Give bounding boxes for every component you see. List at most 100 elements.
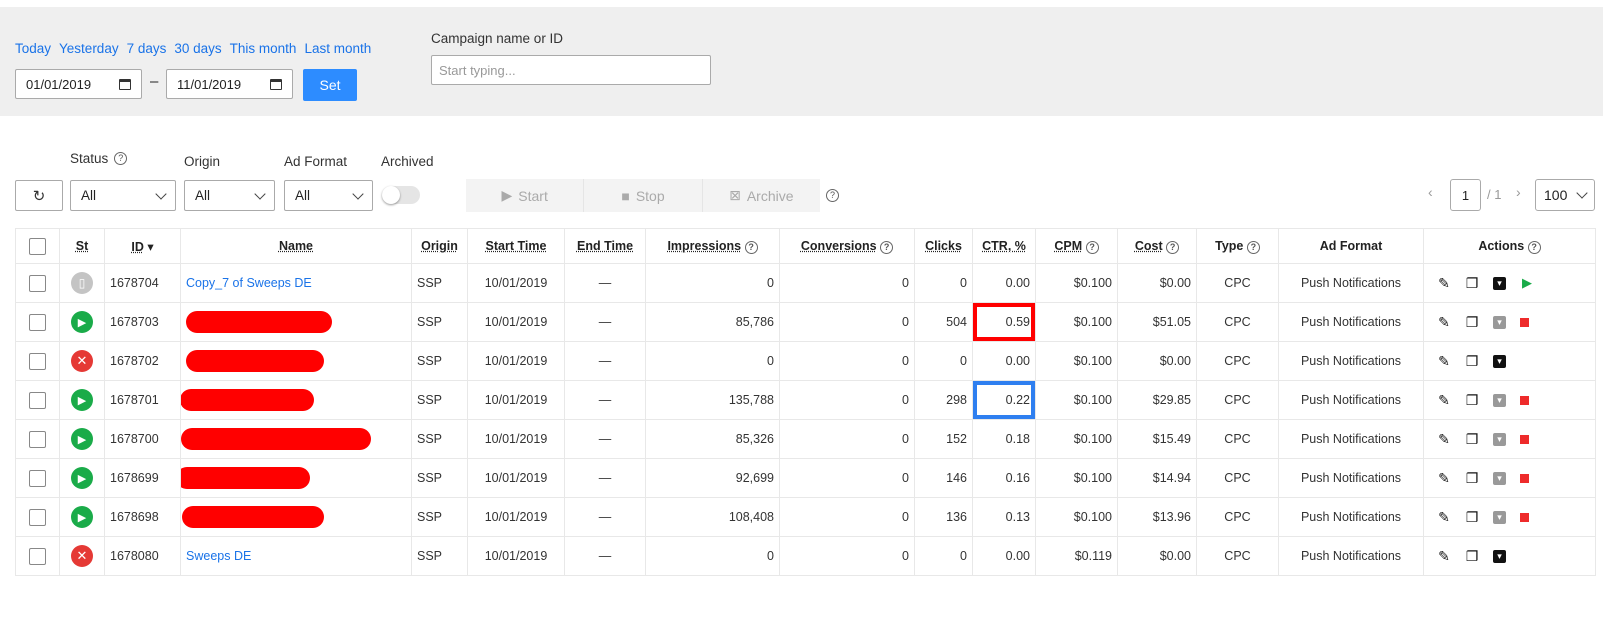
col-conversions[interactable]: Conversions ?	[779, 228, 915, 264]
col-impressions[interactable]: Impressions ?	[645, 228, 780, 264]
status-select[interactable]: All	[70, 180, 176, 211]
checkbox[interactable]	[29, 237, 46, 255]
date-to-input[interactable]: 11/01/2019	[166, 69, 293, 99]
archive-icon[interactable]: ▾	[1493, 432, 1506, 446]
col-ctr[interactable]: CTR, %	[972, 228, 1036, 264]
archived-toggle[interactable]	[382, 186, 420, 204]
stop-button[interactable]: ■ Stop	[583, 179, 701, 212]
edit-pencil-icon[interactable]: ✎	[1437, 392, 1451, 409]
copy-icon[interactable]: ❐	[1465, 548, 1479, 565]
campaign-name-link[interactable]: Sweeps DE	[186, 549, 251, 563]
archive-icon[interactable]: ▾	[1493, 354, 1506, 368]
stop-campaign-icon[interactable]	[1520, 512, 1529, 522]
stop-campaign-icon[interactable]	[1520, 395, 1529, 405]
help-icon[interactable]: ?	[114, 152, 128, 165]
checkbox[interactable]	[29, 313, 46, 331]
checkbox[interactable]	[29, 274, 46, 292]
archive-icon[interactable]: ▾	[1493, 276, 1506, 290]
edit-pencil-icon[interactable]: ✎	[1437, 509, 1451, 526]
calendar-icon[interactable]	[119, 78, 131, 90]
row-checkbox-cell[interactable]	[15, 536, 60, 576]
table-row[interactable]: ▶ 1678698 SSP 10/01/2019 — 108,408 0 136…	[15, 497, 1596, 537]
col-name[interactable]: Name	[180, 228, 412, 264]
copy-icon[interactable]: ❐	[1465, 275, 1479, 292]
col-cpm[interactable]: CPM ?	[1035, 228, 1118, 264]
copy-icon[interactable]: ❐	[1465, 392, 1479, 409]
archive-icon[interactable]: ▾	[1493, 315, 1506, 329]
copy-icon[interactable]: ❐	[1465, 431, 1479, 448]
checkbox[interactable]	[29, 547, 46, 565]
col-st[interactable]: St	[59, 228, 105, 264]
copy-icon[interactable]: ❐	[1465, 314, 1479, 331]
edit-pencil-icon[interactable]: ✎	[1437, 548, 1451, 565]
set-button[interactable]: Set	[303, 69, 357, 101]
date-from-input[interactable]: 01/01/2019	[15, 69, 142, 99]
col-cost[interactable]: Cost ?	[1117, 228, 1197, 264]
copy-icon[interactable]: ❐	[1465, 470, 1479, 487]
campaign-search-input[interactable]: Start typing...	[431, 55, 711, 85]
archive-icon[interactable]: ▾	[1493, 510, 1506, 524]
edit-pencil-icon[interactable]: ✎	[1437, 314, 1451, 331]
prev-page-icon[interactable]: ‹	[1428, 184, 1433, 200]
table-row[interactable]: ✕ 1678080 Sweeps DE SSP 10/01/2019 — 0 0…	[15, 536, 1596, 576]
col-clicks[interactable]: Clicks	[914, 228, 973, 264]
row-checkbox-cell[interactable]	[15, 458, 60, 498]
help-icon[interactable]: ?	[1166, 240, 1180, 254]
range-7-days[interactable]: 7 days	[127, 41, 167, 56]
copy-icon[interactable]: ❐	[1465, 509, 1479, 526]
range-today[interactable]: Today	[15, 41, 51, 56]
range-last-month[interactable]: Last month	[304, 41, 371, 56]
checkbox[interactable]	[29, 352, 46, 370]
help-icon[interactable]: ?	[826, 189, 839, 202]
origin-select[interactable]: All	[184, 180, 275, 211]
refresh-button[interactable]: ↻	[15, 180, 63, 211]
archive-icon[interactable]: ▾	[1493, 471, 1506, 485]
row-checkbox-cell[interactable]	[15, 302, 60, 342]
help-icon[interactable]: ?	[880, 240, 894, 254]
checkbox[interactable]	[29, 430, 46, 448]
page-number-input[interactable]: 1	[1450, 179, 1481, 211]
select-all-checkbox[interactable]	[15, 228, 60, 264]
col-end-time[interactable]: End Time	[564, 228, 646, 264]
range-yesterday[interactable]: Yesterday	[59, 41, 119, 56]
stop-campaign-icon[interactable]	[1520, 434, 1529, 444]
row-checkbox-cell[interactable]	[15, 497, 60, 537]
help-icon[interactable]: ?	[1246, 240, 1260, 254]
table-row[interactable]: ▶ 1678701 SSP 10/01/2019 — 135,788 0 298…	[15, 380, 1596, 420]
edit-pencil-icon[interactable]: ✎	[1437, 470, 1451, 487]
help-icon[interactable]: ?	[1085, 240, 1099, 254]
row-checkbox-cell[interactable]	[15, 419, 60, 459]
next-page-icon[interactable]: ›	[1516, 184, 1521, 200]
table-row[interactable]: ▶ 1678703 SSP 10/01/2019 — 85,786 0 504 …	[15, 302, 1596, 342]
row-checkbox-cell[interactable]	[15, 341, 60, 381]
col-id[interactable]: ID ▾	[104, 228, 181, 264]
help-icon[interactable]: ?	[744, 240, 758, 254]
row-checkbox-cell[interactable]	[15, 380, 60, 420]
ad-format-select[interactable]: All	[284, 180, 373, 211]
table-row[interactable]: ▶ 1678700 SSP 10/01/2019 — 85,326 0 152 …	[15, 419, 1596, 459]
checkbox[interactable]	[29, 508, 46, 526]
row-checkbox-cell[interactable]	[15, 263, 60, 303]
col-start-time[interactable]: Start Time	[467, 228, 565, 264]
copy-icon[interactable]: ❐	[1465, 353, 1479, 370]
edit-pencil-icon[interactable]: ✎	[1437, 275, 1451, 292]
calendar-icon[interactable]	[270, 78, 282, 90]
archive-button[interactable]: ⊠ Archive	[701, 179, 820, 212]
checkbox[interactable]	[29, 469, 46, 487]
table-row[interactable]: ▯ 1678704 Copy_7 of Sweeps DE SSP 10/01/…	[15, 263, 1596, 303]
range-this-month[interactable]: This month	[230, 41, 297, 56]
edit-pencil-icon[interactable]: ✎	[1437, 353, 1451, 370]
per-page-select[interactable]: 100	[1535, 179, 1595, 211]
help-icon[interactable]: ?	[1527, 240, 1541, 254]
stop-campaign-icon[interactable]	[1520, 317, 1529, 327]
start-campaign-icon[interactable]: ▶	[1520, 275, 1534, 291]
campaign-name-link[interactable]: Copy_7 of Sweeps DE	[186, 276, 312, 290]
col-origin[interactable]: Origin	[411, 228, 468, 264]
archive-icon[interactable]: ▾	[1493, 549, 1506, 563]
edit-pencil-icon[interactable]: ✎	[1437, 431, 1451, 448]
range-30-days[interactable]: 30 days	[174, 41, 221, 56]
table-row[interactable]: ▶ 1678699 SSP 10/01/2019 — 92,699 0 146 …	[15, 458, 1596, 498]
checkbox[interactable]	[29, 391, 46, 409]
table-row[interactable]: ✕ 1678702 SSP 10/01/2019 — 0 0 0 0.00 $0…	[15, 341, 1596, 381]
archive-icon[interactable]: ▾	[1493, 393, 1506, 407]
